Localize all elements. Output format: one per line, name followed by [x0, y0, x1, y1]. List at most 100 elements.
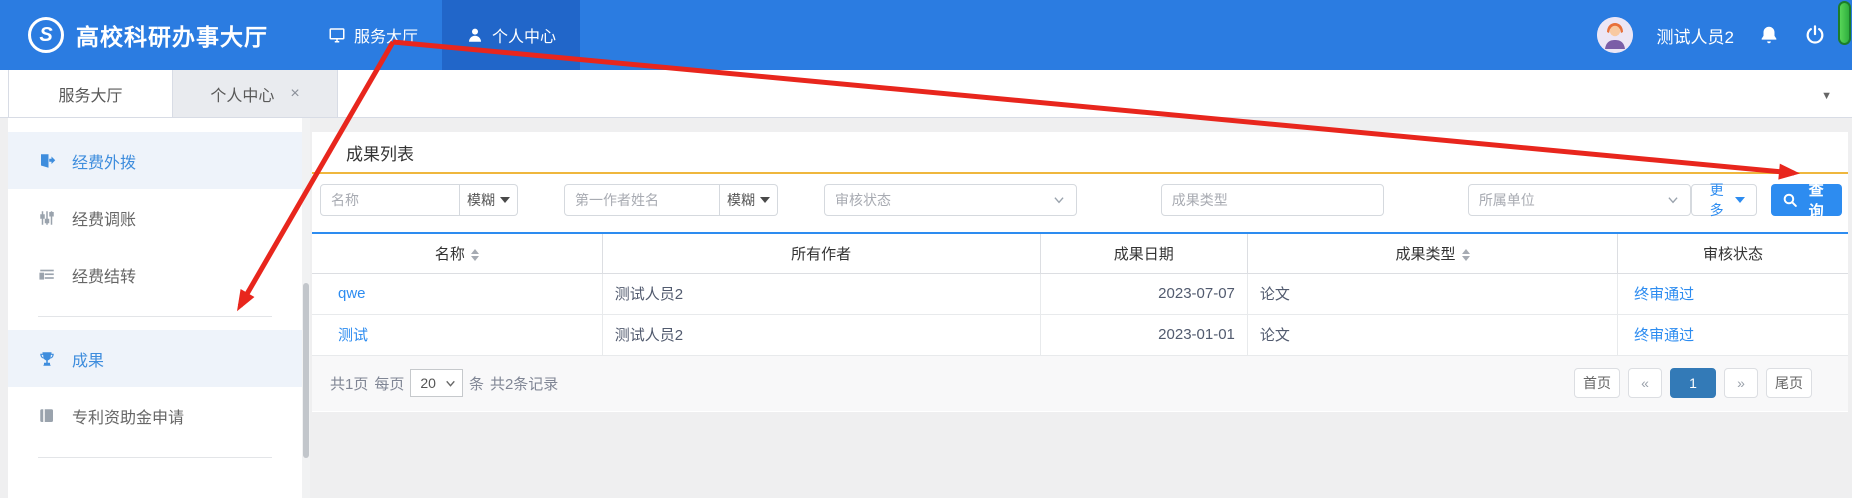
door-exit-icon — [38, 152, 56, 170]
column-label: 名称 — [435, 246, 465, 263]
first-page-button[interactable]: 首页 — [1574, 368, 1620, 398]
next-page-button[interactable]: » — [1724, 368, 1758, 398]
cell-status: 终审通过 — [1618, 273, 1848, 314]
chevron-down-icon — [500, 197, 510, 203]
cell-date: 2023-07-07 — [1040, 273, 1247, 314]
page-scrollbar-thumb[interactable] — [1838, 1, 1851, 45]
book-icon — [38, 407, 56, 425]
pagination-summary: 共1页 每页 20 条 共2条记录 — [330, 369, 558, 397]
page-size-select[interactable]: 20 — [410, 369, 463, 397]
per-page-suffix: 条 — [469, 373, 484, 394]
sidebar-divider — [38, 316, 272, 317]
last-page-button[interactable]: 尾页 — [1766, 368, 1812, 398]
chevron-down-icon — [760, 197, 770, 203]
tab-personal-center[interactable]: 个人中心 × — [173, 70, 338, 117]
name-filter-input[interactable] — [320, 184, 460, 216]
column-label: 成果日期 — [1114, 246, 1174, 263]
results-panel: 成果列表 模糊 模糊 审核状 — [312, 132, 1848, 412]
pagination-bar: 共1页 每页 20 条 共2条记录 首页 « 1 » 尾页 — [312, 356, 1848, 411]
page-size-value: 20 — [420, 375, 436, 391]
pagination-controls: 首页 « 1 » 尾页 — [1574, 368, 1812, 398]
content-area: 经费外拨 经费调账 经费结转 成果 专利资助金申请 — [0, 118, 1852, 498]
filter-toolbar: 模糊 模糊 审核状态 成果类型 — [312, 174, 1848, 216]
result-type-select[interactable]: 成果类型 — [1161, 184, 1384, 216]
power-icon[interactable] — [1804, 24, 1826, 46]
result-name-link[interactable]: 测试 — [338, 327, 368, 344]
sort-icon[interactable] — [1462, 249, 1470, 261]
unit-select[interactable]: 所属单位 — [1468, 184, 1691, 216]
column-label: 所有作者 — [791, 246, 851, 263]
main-nav: 服务大厅 个人中心 — [304, 0, 580, 70]
sidebar-item-label: 经费调账 — [72, 206, 136, 230]
page-number-button[interactable]: 1 — [1670, 368, 1716, 398]
nav-item-service-hall[interactable]: 服务大厅 — [304, 0, 442, 70]
search-icon — [1782, 192, 1798, 208]
select-placeholder: 审核状态 — [835, 190, 891, 210]
user-name[interactable]: 测试人员2 — [1657, 23, 1734, 48]
sidebar-item-label: 经费外拨 — [72, 149, 136, 173]
close-icon[interactable]: × — [290, 86, 299, 102]
chevron-down-icon — [444, 377, 457, 390]
tab-label: 个人中心 — [210, 82, 274, 106]
column-header-status: 审核状态 — [1618, 233, 1848, 273]
cell-type: 论文 — [1247, 314, 1617, 355]
navbar-right-cluster: 测试人员2 — [1597, 17, 1826, 53]
panel-title: 成果列表 — [312, 132, 1848, 174]
logo-letter: S — [39, 24, 52, 47]
first-author-filter-input[interactable] — [564, 184, 720, 216]
cell-name: qwe — [312, 273, 602, 314]
audit-status-select[interactable]: 审核状态 — [824, 184, 1077, 216]
sidebar-divider — [38, 457, 272, 458]
sidebar-item-label: 专利资助金申请 — [72, 404, 184, 428]
cell-authors: 测试人员2 — [602, 314, 1040, 355]
author-fuzzy-dropdown[interactable]: 模糊 — [720, 184, 778, 216]
cell-type: 论文 — [1247, 273, 1617, 314]
table-row: qwe 测试人员2 2023-07-07 论文 终审通过 — [312, 273, 1848, 314]
sidebar-scrollbar-thumb[interactable] — [303, 283, 309, 458]
trophy-icon — [38, 350, 56, 368]
avatar-image — [1597, 17, 1633, 53]
more-filters-button[interactable]: 更多 — [1691, 184, 1758, 216]
tab-label: 服务大厅 — [58, 82, 122, 106]
sidebar-menu: 经费外拨 经费调账 经费结转 成果 专利资助金申请 — [8, 118, 302, 498]
app-title: 高校科研办事大厅 — [76, 18, 268, 52]
column-header-name[interactable]: 名称 — [312, 233, 602, 273]
bell-icon[interactable] — [1758, 24, 1780, 46]
sidebar-item-patent-grant[interactable]: 专利资助金申请 — [8, 387, 302, 444]
sliders-icon — [38, 209, 56, 227]
sidebar-item-funds-outbound[interactable]: 经费外拨 — [8, 132, 302, 189]
cell-date: 2023-01-01 — [1040, 314, 1247, 355]
tab-strip: 服务大厅 个人中心 × ▼ — [0, 70, 1852, 118]
sort-icon[interactable] — [471, 249, 479, 261]
table-header-row: 名称 所有作者 成果日期 成果类型 审核状态 — [312, 233, 1848, 273]
status-link[interactable]: 终审通过 — [1634, 327, 1694, 344]
sidebar-item-achievements[interactable]: 成果 — [8, 330, 302, 387]
sidebar-item-funds-carryover[interactable]: 经费结转 — [8, 246, 302, 303]
column-label: 成果类型 — [1395, 246, 1455, 263]
sidebar-item-funds-adjustment[interactable]: 经费调账 — [8, 189, 302, 246]
column-label: 审核状态 — [1703, 246, 1763, 263]
monitor-icon — [328, 26, 346, 44]
nav-item-label: 个人中心 — [492, 23, 556, 47]
fuzzy-label: 模糊 — [467, 190, 495, 210]
user-avatar[interactable] — [1597, 17, 1633, 53]
chevron-down-icon — [1052, 193, 1066, 207]
tab-overflow-caret-icon[interactable]: ▼ — [1821, 90, 1832, 102]
chevron-down-icon — [1735, 197, 1745, 203]
author-filter-group: 模糊 — [564, 184, 778, 216]
cell-status: 终审通过 — [1618, 314, 1848, 355]
cell-authors: 测试人员2 — [602, 273, 1040, 314]
total-records: 共2条记录 — [490, 373, 558, 394]
status-link[interactable]: 终审通过 — [1634, 286, 1694, 303]
nav-item-personal-center[interactable]: 个人中心 — [442, 0, 580, 70]
result-name-link[interactable]: qwe — [338, 285, 366, 302]
name-fuzzy-dropdown[interactable]: 模糊 — [460, 184, 518, 216]
column-header-date: 成果日期 — [1040, 233, 1247, 273]
column-header-type[interactable]: 成果类型 — [1247, 233, 1617, 273]
prev-page-button[interactable]: « — [1628, 368, 1662, 398]
search-label: 查询 — [1801, 179, 1831, 221]
select-placeholder: 成果类型 — [1172, 190, 1228, 210]
fuzzy-label: 模糊 — [727, 190, 755, 210]
search-button[interactable]: 查询 — [1771, 184, 1842, 216]
tab-service-hall[interactable]: 服务大厅 — [8, 70, 173, 117]
